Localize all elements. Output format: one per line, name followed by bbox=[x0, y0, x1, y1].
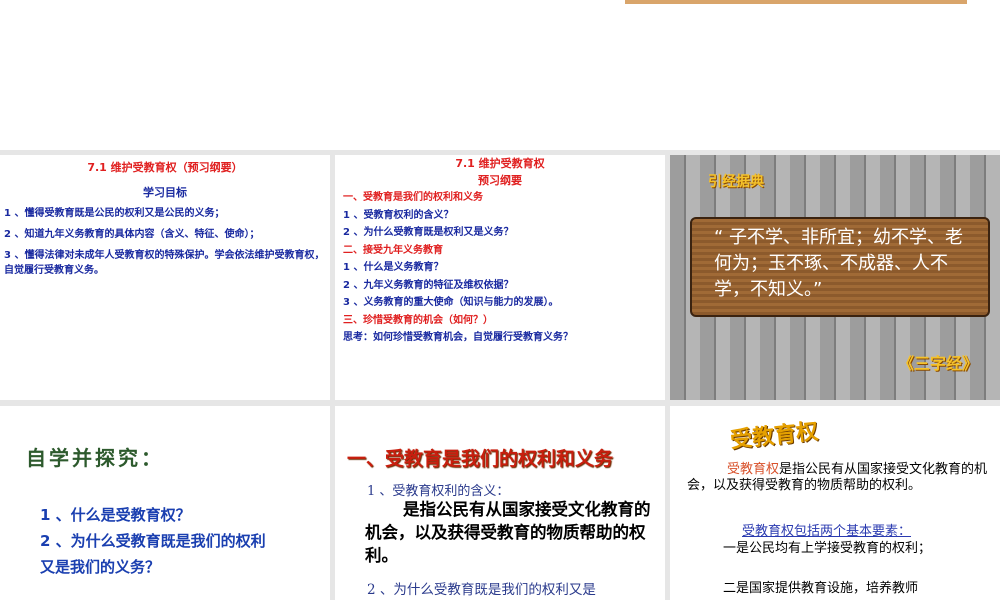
outline-line: 三、珍惜受教育的机会（如何？） bbox=[343, 314, 493, 326]
slide-title: 7.1 维护受教育权（预习纲要） bbox=[87, 161, 243, 174]
slide-sorter-grid: 7.1 维护受教育权（预习纲要） 学习目标 1 、懂得受教育既是公民的权利又是公… bbox=[0, 150, 1000, 600]
slide-thumbnail-3[interactable]: 引经据典 “ 子不学、非所宜；幼不学、老何为；玉不琢、不成器、人不学，不知义。”… bbox=[670, 155, 1000, 400]
subheading-1: 1 、受教育权利的含义： bbox=[367, 484, 510, 499]
slide-thumbnail-1[interactable]: 7.1 维护受教育权（预习纲要） 学习目标 1 、懂得受教育既是公民的权利又是公… bbox=[0, 155, 330, 400]
outline-line: 二、接受九年义务教育 bbox=[343, 244, 443, 256]
slide-thumbnail-4[interactable]: 自学并探究： 1 、什么是受教育权？ 2 、为什么受教育既是我们的权利又是我们的… bbox=[0, 406, 330, 600]
slide-thumbnail-2[interactable]: 7.1 维护受教育权 预习纲要 一、受教育是我们的权利和义务 1 、受教育权利的含… bbox=[335, 155, 665, 400]
element-1: 一是公民均有上学接受教育的权利； bbox=[723, 541, 932, 556]
question-2: 2 、为什么受教育既是我们的权利又是我们的义务？ bbox=[40, 532, 266, 576]
slide-subtitle: 预习纲要 bbox=[478, 174, 522, 187]
slide-title: 7.1 维护受教育权 bbox=[455, 157, 545, 170]
slide-thumbnail-6[interactable]: 受教育权 受教育权是指公民有从国家接受文化教育的机会，以及获得受教育的物质帮助的… bbox=[670, 406, 1000, 600]
outline-line: 一、受教育是我们的权利和义务 bbox=[343, 192, 483, 203]
definition-text: 是指公民有从国家接受文化教育的机会，以及获得受教育的物质帮助的权利。 bbox=[365, 500, 651, 565]
outline-line: 2 、九年义务教育的特征及维权依据？ bbox=[343, 279, 514, 291]
wooden-scroll-quote: “ 子不学、非所宜；幼不学、老何为；玉不琢、不成器、人不学，不知义。” bbox=[690, 217, 990, 317]
slide-heading: 一、受教育是我们的权利和义务 bbox=[347, 448, 614, 470]
outline-line: 思考：如何珍惜受教育机会，自觉履行受教育义务？ bbox=[343, 332, 573, 343]
badge-label: 引经据典 bbox=[708, 174, 764, 190]
slide-heading: 自学并探究： bbox=[26, 446, 164, 470]
outline-line: 1 、受教育权利的含义？ bbox=[343, 209, 454, 221]
subheading-2: 2 、为什么受教育既是我们的权利又是 bbox=[367, 582, 596, 598]
goal-item: 2 、知道九年义务教育的具体内容（含义、特征、使命）； bbox=[4, 229, 260, 240]
goal-item: 1 、懂得受教育既是公民的权利又是公民的义务； bbox=[4, 208, 225, 219]
slide-subtitle: 学习目标 bbox=[143, 186, 187, 199]
slide-thumbnail-5[interactable]: 一、受教育是我们的权利和义务 1 、受教育权利的含义： 是指公民有从国家接受文化… bbox=[335, 406, 665, 600]
outline-line: 3 、义务教育的重大使命（知识与能力的发展）。 bbox=[343, 297, 559, 308]
definition-paragraph: 受教育权是指公民有从国家接受文化教育的机会，以及获得受教育的物质帮助的权利。 bbox=[687, 462, 997, 494]
elements-title: 受教育权包括两个基本要素： bbox=[742, 524, 912, 539]
outline-line: 2 、为什么受教育既是权利又是义务？ bbox=[343, 227, 514, 238]
outline-line: 1 、什么是义务教育？ bbox=[343, 262, 444, 273]
source-label: 《三字经》 bbox=[898, 354, 979, 373]
previous-slide-edge[interactable] bbox=[625, 0, 967, 4]
term: 受教育权 bbox=[727, 462, 780, 477]
element-2: 二是国家提供教育设施，培养教师 bbox=[723, 581, 919, 596]
slide-heading: 受教育权 bbox=[729, 418, 820, 454]
goal-item: 3 、懂得法律对未成年人受教育权的特殊保护。学会依法维护受教育权，自觉履行受教育… bbox=[4, 250, 325, 276]
question-1: 1 、什么是受教育权？ bbox=[40, 506, 191, 524]
